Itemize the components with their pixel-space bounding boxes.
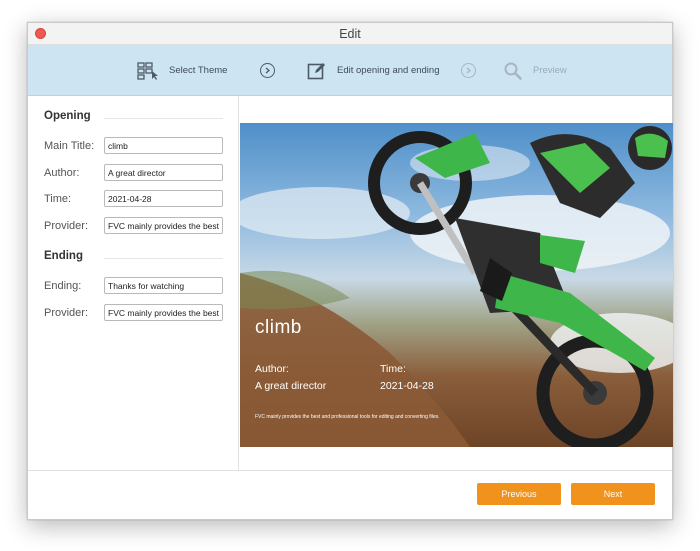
- preview-author-label: Author:: [255, 363, 289, 375]
- step-label-edit: Edit opening and ending: [337, 65, 440, 76]
- magnifier-icon: [504, 62, 522, 80]
- ending-provider-label: Provider:: [44, 307, 89, 319]
- ending-input[interactable]: [104, 277, 223, 294]
- step-label-select-theme: Select Theme: [169, 65, 228, 76]
- step-preview[interactable]: Preview: [503, 45, 567, 96]
- section-divider: [104, 118, 223, 119]
- step-edit-opening-ending[interactable]: Edit opening and ending: [307, 45, 439, 96]
- time-input[interactable]: [104, 190, 223, 207]
- opening-provider-input[interactable]: [104, 217, 223, 234]
- preview-time-value: 2021-04-28: [380, 380, 434, 392]
- step-arrow-icon: [260, 63, 275, 78]
- preview-title: climb: [255, 317, 302, 338]
- previous-button[interactable]: Previous: [477, 483, 561, 505]
- step-label-preview: Preview: [533, 65, 567, 76]
- preview-time-label: Time:: [380, 363, 406, 375]
- section-divider: [104, 258, 223, 259]
- edit-icon: [307, 62, 325, 79]
- video-preview: climb Author: A great director Time: 202…: [240, 123, 673, 447]
- step-select-theme[interactable]: Select Theme: [137, 45, 227, 96]
- preview-author-value: A great director: [255, 380, 327, 392]
- ending-label: Ending:: [44, 280, 82, 292]
- ending-provider-input[interactable]: [104, 304, 223, 321]
- main-title-input[interactable]: [104, 137, 223, 154]
- bottom-bar: Previous Next: [28, 470, 672, 520]
- main-title-label: Main Title:: [44, 140, 95, 152]
- edit-window: Edit Select Theme Edit opening and endin…: [27, 22, 673, 520]
- opening-section-title: Opening: [44, 110, 91, 122]
- theme-grid-icon: [137, 61, 158, 80]
- motocross-photo: [240, 126, 673, 447]
- author-input[interactable]: [104, 164, 223, 181]
- opening-provider-label: Provider:: [44, 220, 89, 232]
- time-label: Time:: [44, 193, 72, 205]
- preview-provider-text: FVC mainly provides the best and profess…: [255, 414, 440, 420]
- next-button[interactable]: Next: [571, 483, 655, 505]
- author-label: Author:: [44, 167, 80, 179]
- step-bar: Select Theme Edit opening and ending Pre…: [28, 45, 672, 96]
- window-title: Edit: [339, 27, 361, 41]
- step-arrow-icon: [461, 63, 476, 78]
- title-bar: Edit: [28, 23, 672, 45]
- settings-panel: Opening Main Title: Author: Time: Provid…: [28, 96, 239, 471]
- ending-section-title: Ending: [44, 250, 83, 262]
